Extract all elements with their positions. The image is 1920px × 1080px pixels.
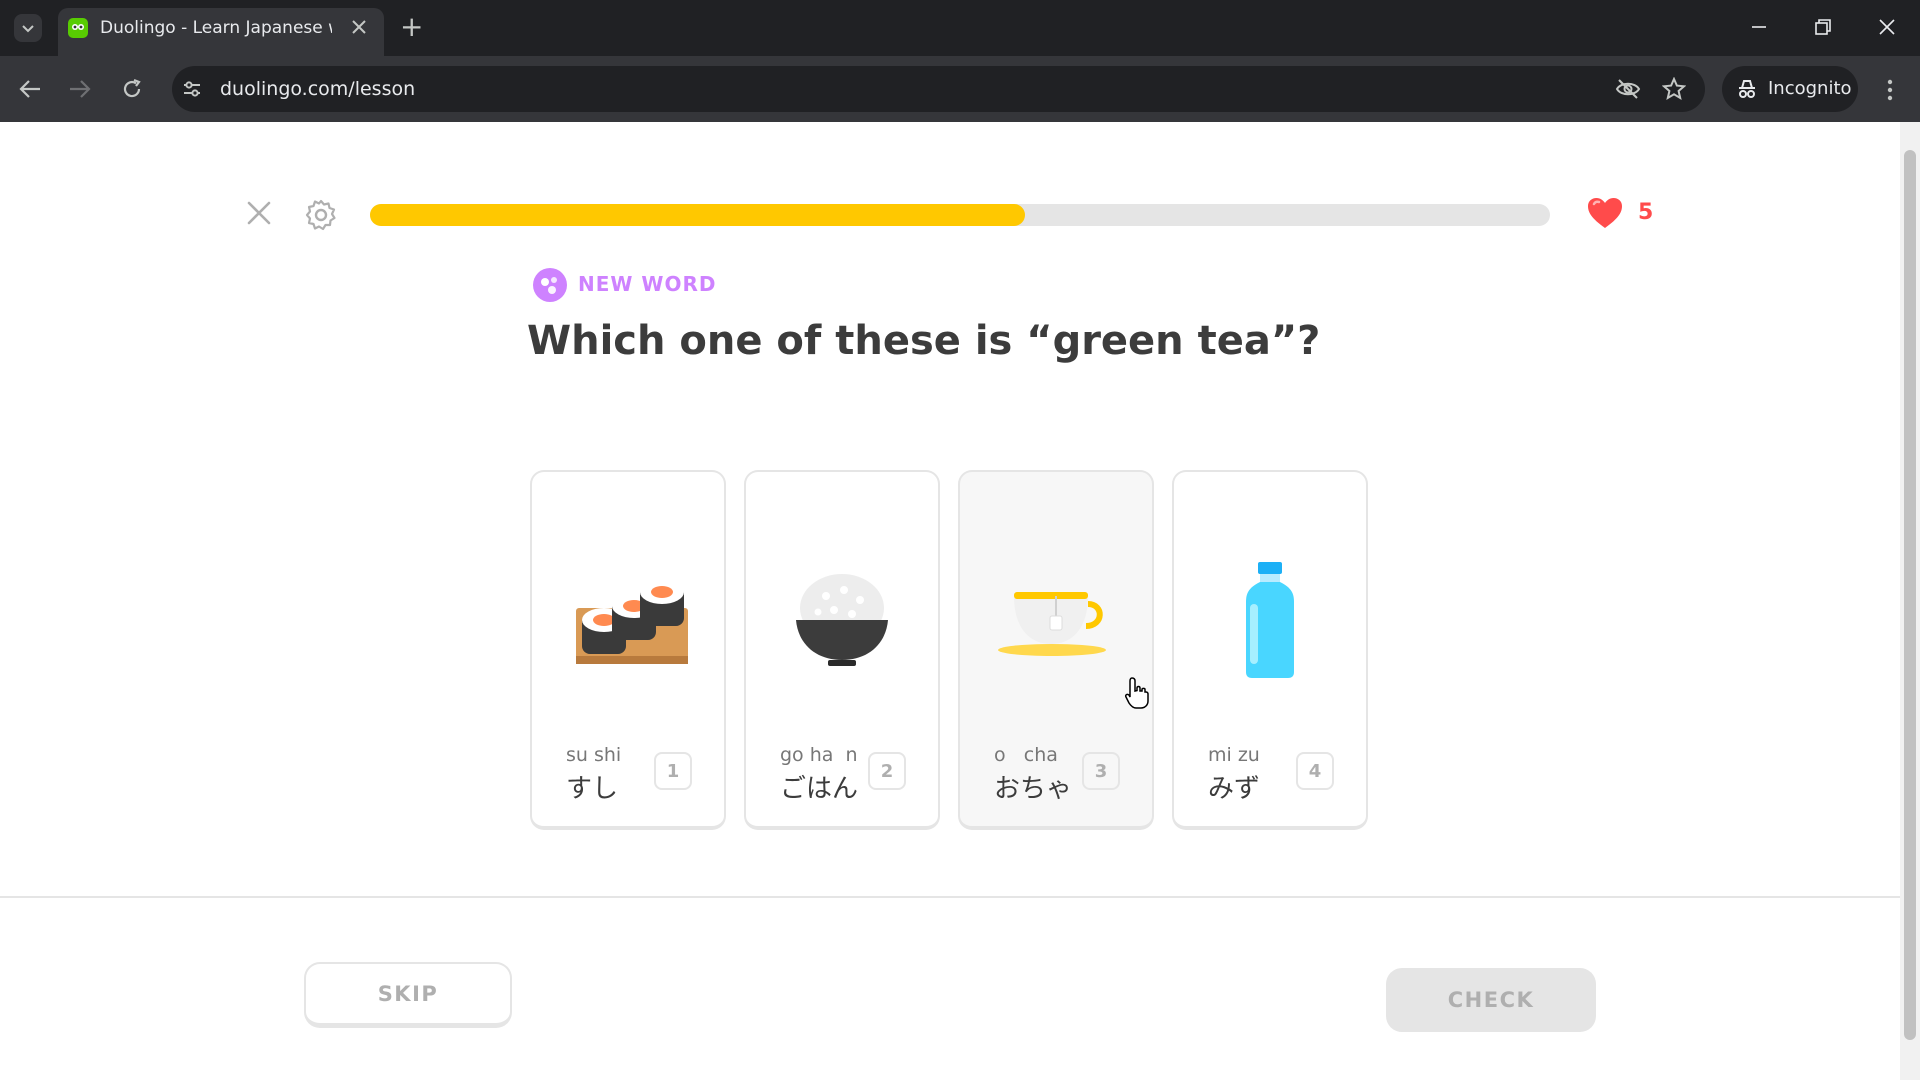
lesson-progress-fill [370,204,1025,226]
choice-card-sushi[interactable]: su shi すし 1 [530,470,726,830]
tab-search-icon[interactable] [14,14,42,42]
choice-card-mizu[interactable]: mi zu みず 4 [1172,470,1368,830]
new-tab-button[interactable]: + [400,10,423,43]
browser-menu-icon[interactable] [1886,78,1894,106]
scrollbar-thumb[interactable] [1904,150,1916,1040]
sushi-icon [560,560,696,680]
skip-button[interactable]: SKIP [304,962,512,1028]
lesson-progress-bar [370,204,1550,226]
choice-number-badge: 4 [1296,752,1334,790]
url-text[interactable]: duolingo.com/lesson [220,78,415,100]
choice-romaji: mi zu [1208,744,1260,766]
bookmark-star-icon[interactable] [1661,76,1687,105]
new-word-badge-icon [533,268,567,302]
incognito-icon [1736,78,1758,104]
back-icon[interactable] [18,78,42,104]
heart-icon [1586,196,1624,234]
rice-bowl-icon [774,560,910,680]
choice-card-gohan[interactable]: go ha n ごはん 2 [744,470,940,830]
choice-number-badge: 2 [868,752,906,790]
tab-close-icon[interactable] [350,18,368,40]
browser-tab-strip: Duolingo - Learn Japanese with + [0,0,1920,56]
water-bottle-icon [1202,560,1338,680]
minimize-icon[interactable] [1750,18,1768,40]
tab-title: Duolingo - Learn Japanese with [100,18,332,38]
question-prompt: Which one of these is “green tea”? [527,318,1321,364]
choice-card-ocha[interactable]: o cha おちゃ 3 [958,470,1154,830]
choice-kana: すし [566,774,619,804]
settings-gear-icon[interactable] [304,198,338,236]
hearts-count: 5 [1638,200,1654,225]
eye-off-icon[interactable] [1615,78,1641,104]
tea-cup-icon [988,560,1124,680]
choice-romaji: o cha [994,744,1058,766]
page-scrollbar[interactable] [1900,122,1920,1080]
choice-romaji: su shi [566,744,622,766]
restore-icon[interactable] [1814,18,1832,40]
close-lesson-icon[interactable] [246,200,272,230]
reload-icon[interactable] [120,77,144,105]
forward-icon[interactable] [68,78,92,104]
site-info-icon[interactable] [182,80,202,102]
choice-romaji: go ha n [780,744,858,766]
duolingo-favicon-icon [68,18,88,38]
choice-number-badge: 3 [1082,752,1120,790]
hand-cursor-icon [1124,676,1150,714]
choice-kana: おちゃ [994,774,1073,804]
choice-kana: ごはん [780,774,859,804]
new-word-label: NEW WORD [578,272,717,296]
check-button[interactable]: CHECK [1386,968,1596,1032]
close-window-icon[interactable] [1878,18,1896,40]
choice-number-badge: 1 [654,752,692,790]
incognito-label: Incognito [1768,78,1852,99]
footer-divider [0,896,1900,898]
choice-kana: みず [1208,774,1261,804]
